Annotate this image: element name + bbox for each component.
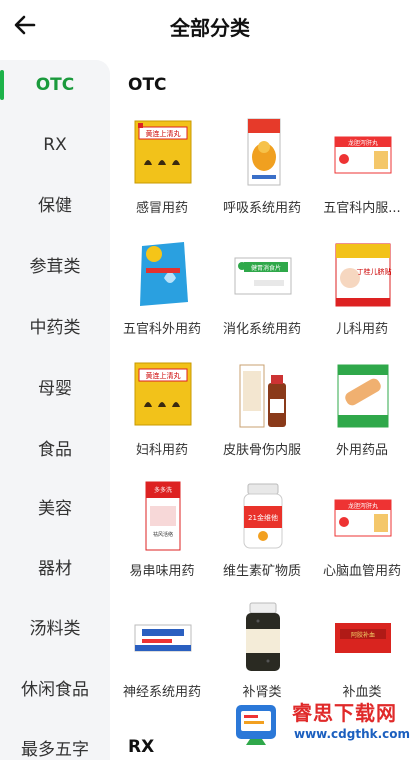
sidebar-item-ginseng[interactable]: 参茸类 [0,237,110,297]
sidebar-item-rx[interactable]: RX [0,115,110,175]
sidebar-item-otc[interactable]: OTC [0,55,110,115]
category-item-label: 五官科外用药 [122,322,201,337]
svg-text:多多洗: 多多洗 [154,486,172,494]
gynecology-medicine-box-image: 黄连上清丸 [134,362,192,426]
category-item[interactable]: 黄连上清丸 感冒用药 [112,117,212,237]
category-item[interactable]: 龙胆泻肝丸 心脑血管用药 [312,480,412,600]
sidebar-item-label: 美容 [38,499,72,519]
sidebar-item-label: OTC [35,75,75,95]
vitamin-bottle-image: 21金维他 [243,483,283,549]
digestive-medicine-box-image: 健胃消食片 [234,257,292,295]
sidebar-item-more[interactable]: 最多五字 [0,720,110,780]
respiratory-medicine-box-image [247,118,281,186]
watermark-name: 睿思下载网 [292,701,397,725]
category-item[interactable]: 神经系统用药 [112,601,212,721]
category-item[interactable]: 21金维他 维生素矿物质 [212,480,312,600]
category-item[interactable]: 皮肤骨伤内服 [212,359,312,479]
category-item-label: 儿科用药 [335,322,388,337]
sidebar-item-health[interactable]: 保健 [0,176,110,236]
sidebar-item-label: 最多五字 [21,740,89,760]
dermatology-medicine-bottle-image [239,364,286,428]
sidebar-item-label: 中药类 [29,318,81,338]
pediatric-medicine-box-image: 丁桂儿脐贴 [335,243,392,307]
sidebar-item-label: 参茸类 [29,257,81,277]
sidebar-item-tcm[interactable]: 中药类 [0,298,110,358]
category-item-label: 妇科用药 [135,443,188,458]
category-sidebar: OTC RX 保健 参茸类 中药类 母婴 食品 美容 器材 汤料类 休闲食品 最… [0,55,110,760]
sidebar-item-beauty[interactable]: 美容 [0,479,110,539]
svg-text:龙胆泻肝丸: 龙胆泻肝丸 [348,502,378,510]
sidebar-item-food[interactable]: 食品 [0,420,110,480]
category-item-label: 神经系统用药 [122,685,201,700]
svg-text:龙胆泻肝丸: 龙胆泻肝丸 [348,139,378,147]
category-item[interactable]: 健胃消食片 消化系统用药 [212,238,312,358]
sidebar-item-label: 食品 [38,440,72,460]
section-title-rx: RX [128,737,155,757]
blood-tonic-box-image: 阿胶补血 [335,623,391,653]
sidebar-item-label: 器材 [38,559,72,579]
cold-medicine-box-image: 黄连上清丸 [134,120,192,184]
svg-text:黄连上清丸: 黄连上清丸 [146,129,181,138]
sidebar-item-snacks[interactable]: 休闲食品 [0,660,110,720]
sidebar-item-label: 保健 [38,196,72,216]
category-item[interactable]: 黄连上清丸 妇科用药 [112,359,212,479]
page-title: 全部分类 [170,16,250,40]
watermark-logo-icon [236,705,276,745]
ent-topical-medicine-image [140,242,188,306]
ent-oral-medicine-box-image: 龙胆泻肝丸 [334,136,392,174]
cardio-medicine-box-image: 龙胆泻肝丸 [334,499,392,537]
svg-text:阿胶补血: 阿胶补血 [351,631,375,639]
sidebar-item-label: RX [43,135,67,155]
category-item[interactable]: 呼吸系统用药 [212,117,312,237]
svg-text:21金维他: 21金维他 [248,513,278,522]
kidney-tonic-jar-image [246,602,280,671]
category-item[interactable]: 丁桂儿脐贴 儿科用药 [312,238,412,358]
category-item-label: 五官科内服... [323,201,401,216]
category-item[interactable]: 多多洗 祛风活络 易串味用药 [112,480,212,600]
svg-text:健胃消食片: 健胃消食片 [251,264,281,272]
neuro-medicine-box-image [134,624,192,652]
watermark-url: www.cdgthk.com [294,727,411,741]
category-item-label: 皮肤骨伤内服 [222,443,301,458]
sidebar-item-label: 母婴 [38,379,72,399]
category-item-label: 心脑血管用药 [322,564,401,579]
section-title-otc: OTC [128,75,167,95]
category-item-label: 维生素矿物质 [222,564,301,579]
category-item-label: 感冒用药 [135,201,188,216]
svg-text:祛风活络: 祛风活络 [153,531,173,538]
svg-text:丁桂儿脐贴: 丁桂儿脐贴 [357,267,392,276]
active-indicator [0,70,4,100]
svg-text:黄连上清丸: 黄连上清丸 [146,371,181,380]
odor-sensitive-medicine-box-image: 多多洗 祛风活络 [145,481,181,551]
site-watermark: 睿思下载网 www.cdgthk.com [230,695,420,752]
category-item[interactable]: 外用药品 [312,359,412,479]
sidebar-item-soup[interactable]: 汤料类 [0,599,110,659]
category-item-label: 呼吸系统用药 [222,201,301,216]
sidebar-item-label: 汤料类 [29,619,81,639]
sidebar-item-label: 休闲食品 [21,680,89,700]
category-item[interactable]: 龙胆泻肝丸 五官科内服... [312,117,412,237]
category-item[interactable]: 五官科外用药 [112,238,212,358]
top-bar: 全部分类 [0,0,420,50]
category-item-label: 外用药品 [335,443,388,458]
sidebar-item-devices[interactable]: 器材 [0,539,110,599]
topical-medicine-box-image [337,364,389,428]
sidebar-item-baby[interactable]: 母婴 [0,359,110,419]
category-item-label: 易串味用药 [129,564,195,579]
category-content: OTC 黄连上清丸 感冒用药 呼吸系统用药 龙胆泻肝丸 五官科内服... 五官科… [112,55,420,757]
category-item-label: 消化系统用药 [222,322,301,337]
